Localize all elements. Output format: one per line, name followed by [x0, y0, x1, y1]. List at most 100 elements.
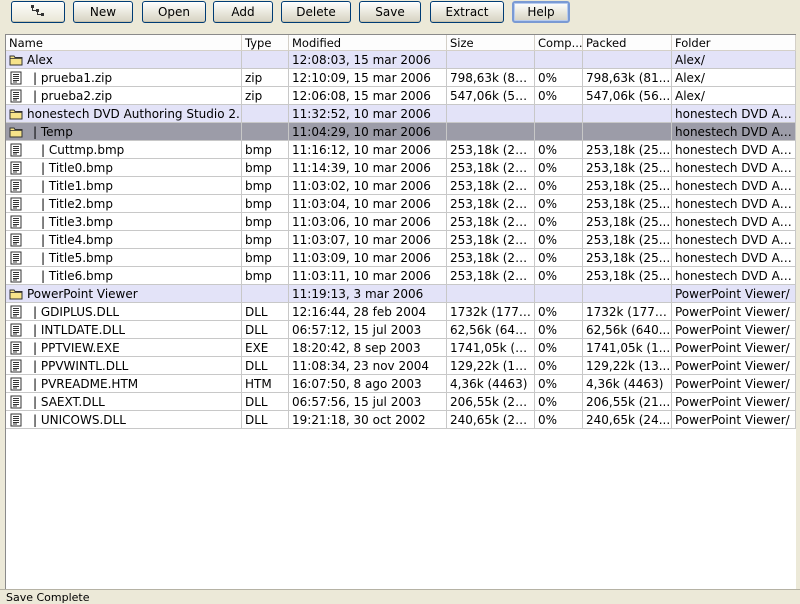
column-header-type[interactable]: Type	[242, 35, 289, 51]
cell-packed: 253,18k (25...	[583, 177, 672, 195]
open-button[interactable]: Open	[142, 1, 206, 23]
cell-modified: 11:16:12, 10 mar 2006	[289, 141, 447, 159]
file-row[interactable]: | PPTVIEW.EXE EXE 18:20:42, 8 sep 2003 1741…	[6, 339, 796, 357]
file-row[interactable]: | PPVWINTL.DLL DLL 11:08:34, 23 nov 2004 12…	[6, 357, 796, 375]
cell-size: 253,18k (25...	[447, 231, 535, 249]
cell-modified: 16:07:50, 8 ago 2003	[289, 375, 447, 393]
cell-type: DLL	[242, 411, 289, 429]
column-header-packed[interactable]: Packed	[583, 35, 672, 51]
archive-file-table[interactable]: Name Type Modified Size Comp... Packed F…	[5, 34, 796, 589]
file-row[interactable]: | Title4.bmp bmp 11:03:07, 10 mar 2006 253,…	[6, 231, 796, 249]
row-name-label: Alex	[27, 52, 53, 67]
column-header-name[interactable]: Name	[6, 35, 242, 51]
file-icon	[9, 341, 23, 355]
tree-view-button[interactable]	[11, 1, 65, 23]
file-row[interactable]: | prueba2.zip zip 12:06:08, 15 mar 2006 547…	[6, 87, 796, 105]
cell-packed: 253,18k (25...	[583, 159, 672, 177]
row-name-label: | GDIPLUS.DLL	[33, 304, 120, 319]
file-row[interactable]: | Title6.bmp bmp 11:03:11, 10 mar 2006 253,…	[6, 267, 796, 285]
cell-size	[447, 285, 535, 303]
cell-size: 253,18k (25...	[447, 177, 535, 195]
file-row[interactable]: | INTLDATE.DLL DLL 06:57:12, 15 jul 2003 62…	[6, 321, 796, 339]
cell-modified: 11:03:11, 10 mar 2006	[289, 267, 447, 285]
column-header-size[interactable]: Size	[447, 35, 535, 51]
cell-name: | prueba1.zip	[6, 69, 242, 87]
row-name-label: | prueba1.zip	[33, 70, 113, 85]
cell-name: | Temp	[6, 123, 242, 141]
folder-row[interactable]: | Temp 11:04:29, 10 mar 2006 honestech DVD…	[6, 123, 796, 141]
file-icon	[9, 89, 23, 103]
cell-compression: 0%	[535, 177, 583, 195]
cell-size: 253,18k (25...	[447, 213, 535, 231]
folder-row[interactable]: honestech DVD Authoring Studio 2.... 11:3…	[6, 105, 796, 123]
cell-type: bmp	[242, 159, 289, 177]
cell-folder: honestech DVD Au...	[672, 159, 796, 177]
cell-size: 253,18k (25...	[447, 195, 535, 213]
cell-folder: honestech DVD Au...	[672, 141, 796, 159]
cell-size: 547,06k (56...	[447, 87, 535, 105]
cell-name: | UNICOWS.DLL	[6, 411, 242, 429]
cell-packed: 1732k (1773...	[583, 303, 672, 321]
row-name-label: | Title3.bmp	[41, 214, 113, 229]
file-row[interactable]: | UNICOWS.DLL DLL 19:21:18, 30 oct 2002 240…	[6, 411, 796, 429]
file-row[interactable]: | prueba1.zip zip 12:10:09, 15 mar 2006 798…	[6, 69, 796, 87]
file-row[interactable]: | SAEXT.DLL DLL 06:57:56, 15 jul 2003 206,5…	[6, 393, 796, 411]
cell-type: bmp	[242, 213, 289, 231]
cell-packed: 253,18k (25...	[583, 249, 672, 267]
row-name-label: | Title2.bmp	[41, 196, 113, 211]
file-row[interactable]: | Title1.bmp bmp 11:03:02, 10 mar 2006 253,…	[6, 177, 796, 195]
cell-compression: 0%	[535, 393, 583, 411]
cell-type: zip	[242, 87, 289, 105]
cell-folder: PowerPoint Viewer/	[672, 375, 796, 393]
column-header-folder[interactable]: Folder	[672, 35, 796, 51]
save-button[interactable]: Save	[359, 1, 421, 23]
cell-size: 4,36k (4463)	[447, 375, 535, 393]
cell-name: | Title2.bmp	[6, 195, 242, 213]
file-row[interactable]: | PVREADME.HTM HTM 16:07:50, 8 ago 2003 4,3…	[6, 375, 796, 393]
file-row[interactable]: | Title0.bmp bmp 11:14:39, 10 mar 2006 253,…	[6, 159, 796, 177]
cell-name: | GDIPLUS.DLL	[6, 303, 242, 321]
cell-type: bmp	[242, 267, 289, 285]
help-button[interactable]: Help	[512, 1, 570, 23]
row-name-label: | SAEXT.DLL	[33, 394, 105, 409]
column-header-modified[interactable]: Modified	[289, 35, 447, 51]
cell-compression: 0%	[535, 357, 583, 375]
column-header-compression[interactable]: Comp...	[535, 35, 583, 51]
cell-folder: honestech DVD Au...	[672, 123, 796, 141]
cell-packed	[583, 285, 672, 303]
add-button[interactable]: Add	[213, 1, 273, 23]
new-button[interactable]: New	[73, 1, 133, 23]
cell-name: Alex	[6, 51, 242, 69]
cell-folder: Alex/	[672, 69, 796, 87]
cell-folder: honestech DVD Au...	[672, 267, 796, 285]
toolbar: New Open Add Delete Save Extract Help	[0, 0, 800, 33]
file-row[interactable]: | Cuttmp.bmp bmp 11:16:12, 10 mar 2006 253,…	[6, 141, 796, 159]
cell-modified: 11:32:52, 10 mar 2006	[289, 105, 447, 123]
folder-icon	[9, 107, 23, 121]
cell-folder: PowerPoint Viewer/	[672, 357, 796, 375]
cell-type: EXE	[242, 339, 289, 357]
file-icon	[9, 233, 23, 247]
file-row[interactable]: | Title2.bmp bmp 11:03:04, 10 mar 2006 253,…	[6, 195, 796, 213]
cell-type: DLL	[242, 303, 289, 321]
file-row[interactable]: | Title3.bmp bmp 11:03:06, 10 mar 2006 253,…	[6, 213, 796, 231]
cell-compression: 0%	[535, 411, 583, 429]
cell-packed: 129,22k (13...	[583, 357, 672, 375]
cell-type: bmp	[242, 249, 289, 267]
extract-button[interactable]: Extract	[430, 1, 504, 23]
cell-compression: 0%	[535, 303, 583, 321]
cell-type	[242, 123, 289, 141]
cell-folder: honestech DVD Au...	[672, 177, 796, 195]
file-row[interactable]: | GDIPLUS.DLL DLL 12:16:44, 28 feb 2004 173…	[6, 303, 796, 321]
file-icon	[9, 377, 23, 391]
cell-modified: 12:16:44, 28 feb 2004	[289, 303, 447, 321]
file-row[interactable]: | Title5.bmp bmp 11:03:09, 10 mar 2006 253,…	[6, 249, 796, 267]
row-name-label: | Cuttmp.bmp	[41, 142, 125, 157]
cell-packed: 253,18k (25...	[583, 231, 672, 249]
folder-row[interactable]: Alex 12:08:03, 15 mar 2006 Alex/	[6, 51, 796, 69]
delete-button[interactable]: Delete	[281, 1, 351, 23]
folder-row[interactable]: PowerPoint Viewer 11:19:13, 3 mar 2006 Pow…	[6, 285, 796, 303]
cell-name: | PVREADME.HTM	[6, 375, 242, 393]
cell-size	[447, 105, 535, 123]
cell-folder: honestech DVD Au...	[672, 105, 796, 123]
